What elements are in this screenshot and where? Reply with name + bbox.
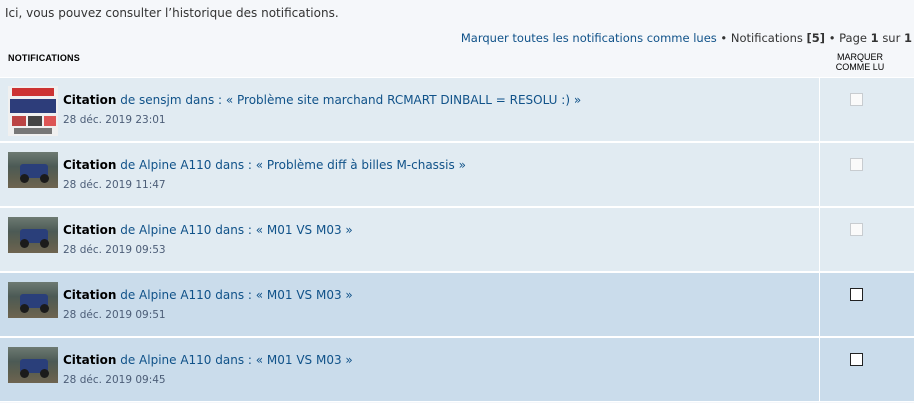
notification-date: 28 déc. 2019 09:45 xyxy=(63,374,166,386)
notification-title[interactable]: Citation de sensjm dans : « Problème sit… xyxy=(63,93,581,107)
mark-cell xyxy=(819,338,914,401)
column-mark-read-line2: COMME LU xyxy=(835,62,885,72)
notification-date: 28 déc. 2019 23:01 xyxy=(63,114,166,126)
column-notifications: NOTIFICATIONS xyxy=(8,53,80,63)
notifications-count: [5] xyxy=(806,31,826,45)
mark-cell xyxy=(819,78,914,141)
page-label: Page xyxy=(839,31,867,45)
notification-link[interactable]: de Alpine A110 dans : « M01 VS M03 » xyxy=(120,288,353,302)
mark-read-checkbox[interactable] xyxy=(850,353,863,366)
mark-read-checkbox xyxy=(850,223,863,236)
avatar xyxy=(8,347,58,383)
notification-title[interactable]: Citation de Alpine A110 dans : « M01 VS … xyxy=(63,353,353,367)
of-label: sur xyxy=(882,31,901,45)
column-mark-read-line1: MARQUER xyxy=(836,52,883,62)
notification-link[interactable]: de sensjm dans : « Problème site marchan… xyxy=(120,93,581,107)
page-current: 1 xyxy=(870,31,879,45)
mark-read-checkbox xyxy=(850,93,863,106)
avatar xyxy=(8,282,58,318)
mark-read-checkbox xyxy=(850,158,863,171)
mark-read-checkbox[interactable] xyxy=(850,288,863,301)
notification-link[interactable]: de Alpine A110 dans : « M01 VS M03 » xyxy=(120,223,353,237)
notification-title[interactable]: Citation de Alpine A110 dans : « Problèm… xyxy=(63,158,466,172)
notification-row[interactable]: Citation de sensjm dans : « Problème sit… xyxy=(0,77,914,142)
page-total: 1 xyxy=(903,31,912,45)
notification-row[interactable]: Citation de Alpine A110 dans : « M01 VS … xyxy=(0,207,914,272)
notification-date: 28 déc. 2019 11:47 xyxy=(63,179,166,191)
notification-date: 28 déc. 2019 09:51 xyxy=(63,309,166,321)
notification-list: Citation de sensjm dans : « Problème sit… xyxy=(0,77,914,402)
notification-link[interactable]: de Alpine A110 dans : « M01 VS M03 » xyxy=(120,353,353,367)
notification-kind: Citation xyxy=(63,288,117,302)
notification-row[interactable]: Citation de Alpine A110 dans : « M01 VS … xyxy=(0,337,914,402)
notification-link[interactable]: de Alpine A110 dans : « Problème diff à … xyxy=(120,158,466,172)
table-header: NOTIFICATIONS MARQUER COMME LU xyxy=(0,50,914,78)
mark-all-read-link[interactable]: Marquer toutes les notifications comme l… xyxy=(461,31,717,45)
separator: • xyxy=(828,31,836,45)
intro-text: Ici, vous pouvez consulter l’historique … xyxy=(5,6,339,20)
notification-kind: Citation xyxy=(63,158,117,172)
notification-row[interactable]: Citation de Alpine A110 dans : « Problèm… xyxy=(0,142,914,207)
column-mark-read: MARQUER COMME LU xyxy=(822,52,898,72)
avatar xyxy=(8,217,58,253)
notification-kind: Citation xyxy=(63,223,117,237)
notification-title[interactable]: Citation de Alpine A110 dans : « M01 VS … xyxy=(63,223,353,237)
notifications-label: Notifications xyxy=(730,31,803,45)
pagination-bar: Marquer toutes les notifications comme l… xyxy=(461,31,912,45)
notification-title[interactable]: Citation de Alpine A110 dans : « M01 VS … xyxy=(63,288,353,302)
notification-kind: Citation xyxy=(63,353,117,367)
notification-row[interactable]: Citation de Alpine A110 dans : « M01 VS … xyxy=(0,272,914,337)
avatar xyxy=(8,152,58,188)
notification-kind: Citation xyxy=(63,93,117,107)
mark-cell xyxy=(819,143,914,206)
avatar xyxy=(8,86,58,136)
separator: • xyxy=(720,31,728,45)
mark-cell xyxy=(819,273,914,336)
mark-cell xyxy=(819,208,914,271)
notification-date: 28 déc. 2019 09:53 xyxy=(63,244,166,256)
